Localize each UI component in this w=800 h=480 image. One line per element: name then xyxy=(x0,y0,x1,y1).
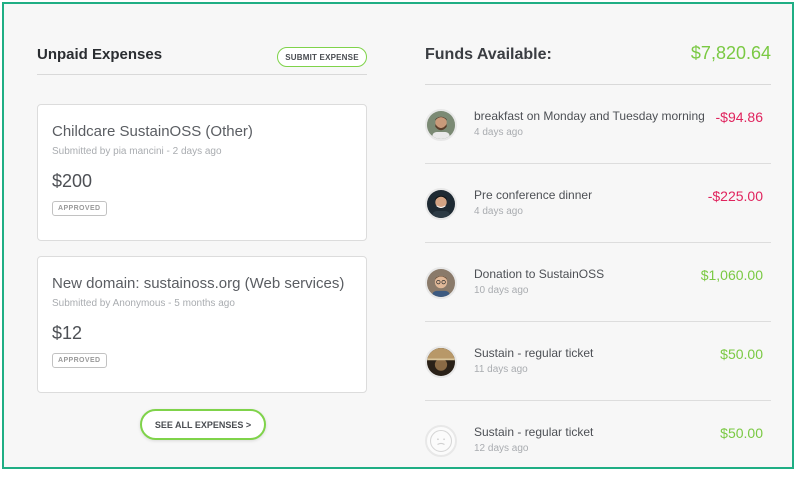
status-badge: APPROVED xyxy=(52,353,107,368)
transaction-amount: $50.00 xyxy=(720,346,763,362)
transaction-row[interactable]: Pre conference dinner 4 days ago -$225.0… xyxy=(425,164,771,243)
user-avatar-man-glasses[interactable] xyxy=(425,267,457,299)
submit-expense-button[interactable]: SUBMIT EXPENSE xyxy=(277,47,367,67)
transaction-date: 10 days ago xyxy=(474,285,529,296)
expense-title[interactable]: Childcare SustainOSS (Other) xyxy=(52,123,352,140)
transaction-amount: $1,060.00 xyxy=(700,267,763,283)
collective-budget-panel: Unpaid Expenses SUBMIT EXPENSE Childcare… xyxy=(2,2,794,469)
funds-section: Funds Available: $7,820.64 breakfast on … xyxy=(425,4,771,471)
transaction-description[interactable]: breakfast on Monday and Tuesday morning xyxy=(474,109,706,123)
transaction-row[interactable]: Sustain - regular ticket 12 days ago $50… xyxy=(425,401,771,480)
see-all-expenses-button[interactable]: SEE ALL EXPENSES > xyxy=(140,409,266,440)
expense-submitted-by: Submitted by Anonymous - 5 months ago xyxy=(52,298,235,309)
transaction-date: 12 days ago xyxy=(474,443,529,454)
status-badge: APPROVED xyxy=(52,201,107,216)
transaction-date: 4 days ago xyxy=(474,206,523,217)
expense-card[interactable]: Childcare SustainOSS (Other) Submitted b… xyxy=(37,104,367,241)
expense-amount: $12 xyxy=(52,323,83,343)
transaction-date: 4 days ago xyxy=(474,127,523,138)
unpaid-expenses-title: Unpaid Expenses xyxy=(37,46,163,63)
user-avatar-brown[interactable] xyxy=(425,346,457,378)
funds-available-value: $7,820.64 xyxy=(690,43,771,63)
transaction-description[interactable]: Donation to SustainOSS xyxy=(474,267,706,281)
expense-submitted-by: Submitted by pia mancini - 2 days ago xyxy=(52,146,222,157)
transaction-description[interactable]: Sustain - regular ticket xyxy=(474,425,706,439)
transaction-row[interactable]: Sustain - regular ticket 11 days ago $50… xyxy=(425,322,771,401)
user-avatar-man-beard[interactable] xyxy=(425,109,457,141)
transaction-amount: -$225.00 xyxy=(707,188,763,204)
default-avatar-icon[interactable] xyxy=(425,425,457,457)
transaction-date: 11 days ago xyxy=(474,364,528,375)
user-avatar-man-dark-hair[interactable] xyxy=(425,188,457,220)
transaction-row[interactable]: breakfast on Monday and Tuesday morning … xyxy=(425,85,771,164)
transaction-description[interactable]: Sustain - regular ticket xyxy=(474,346,706,360)
transaction-amount: -$94.86 xyxy=(715,109,763,125)
transaction-description[interactable]: Pre conference dinner xyxy=(474,188,706,202)
expense-title[interactable]: New domain: sustainoss.org (Web services… xyxy=(52,275,352,292)
funds-available-label: Funds Available: xyxy=(425,46,552,63)
unpaid-expenses-section: Unpaid Expenses SUBMIT EXPENSE Childcare… xyxy=(37,4,369,471)
expense-amount: $200 xyxy=(52,171,93,191)
transaction-row[interactable]: Donation to SustainOSS 10 days ago $1,06… xyxy=(425,243,771,322)
divider xyxy=(37,74,367,75)
transaction-amount: $50.00 xyxy=(720,425,763,441)
expense-card[interactable]: New domain: sustainoss.org (Web services… xyxy=(37,256,367,393)
